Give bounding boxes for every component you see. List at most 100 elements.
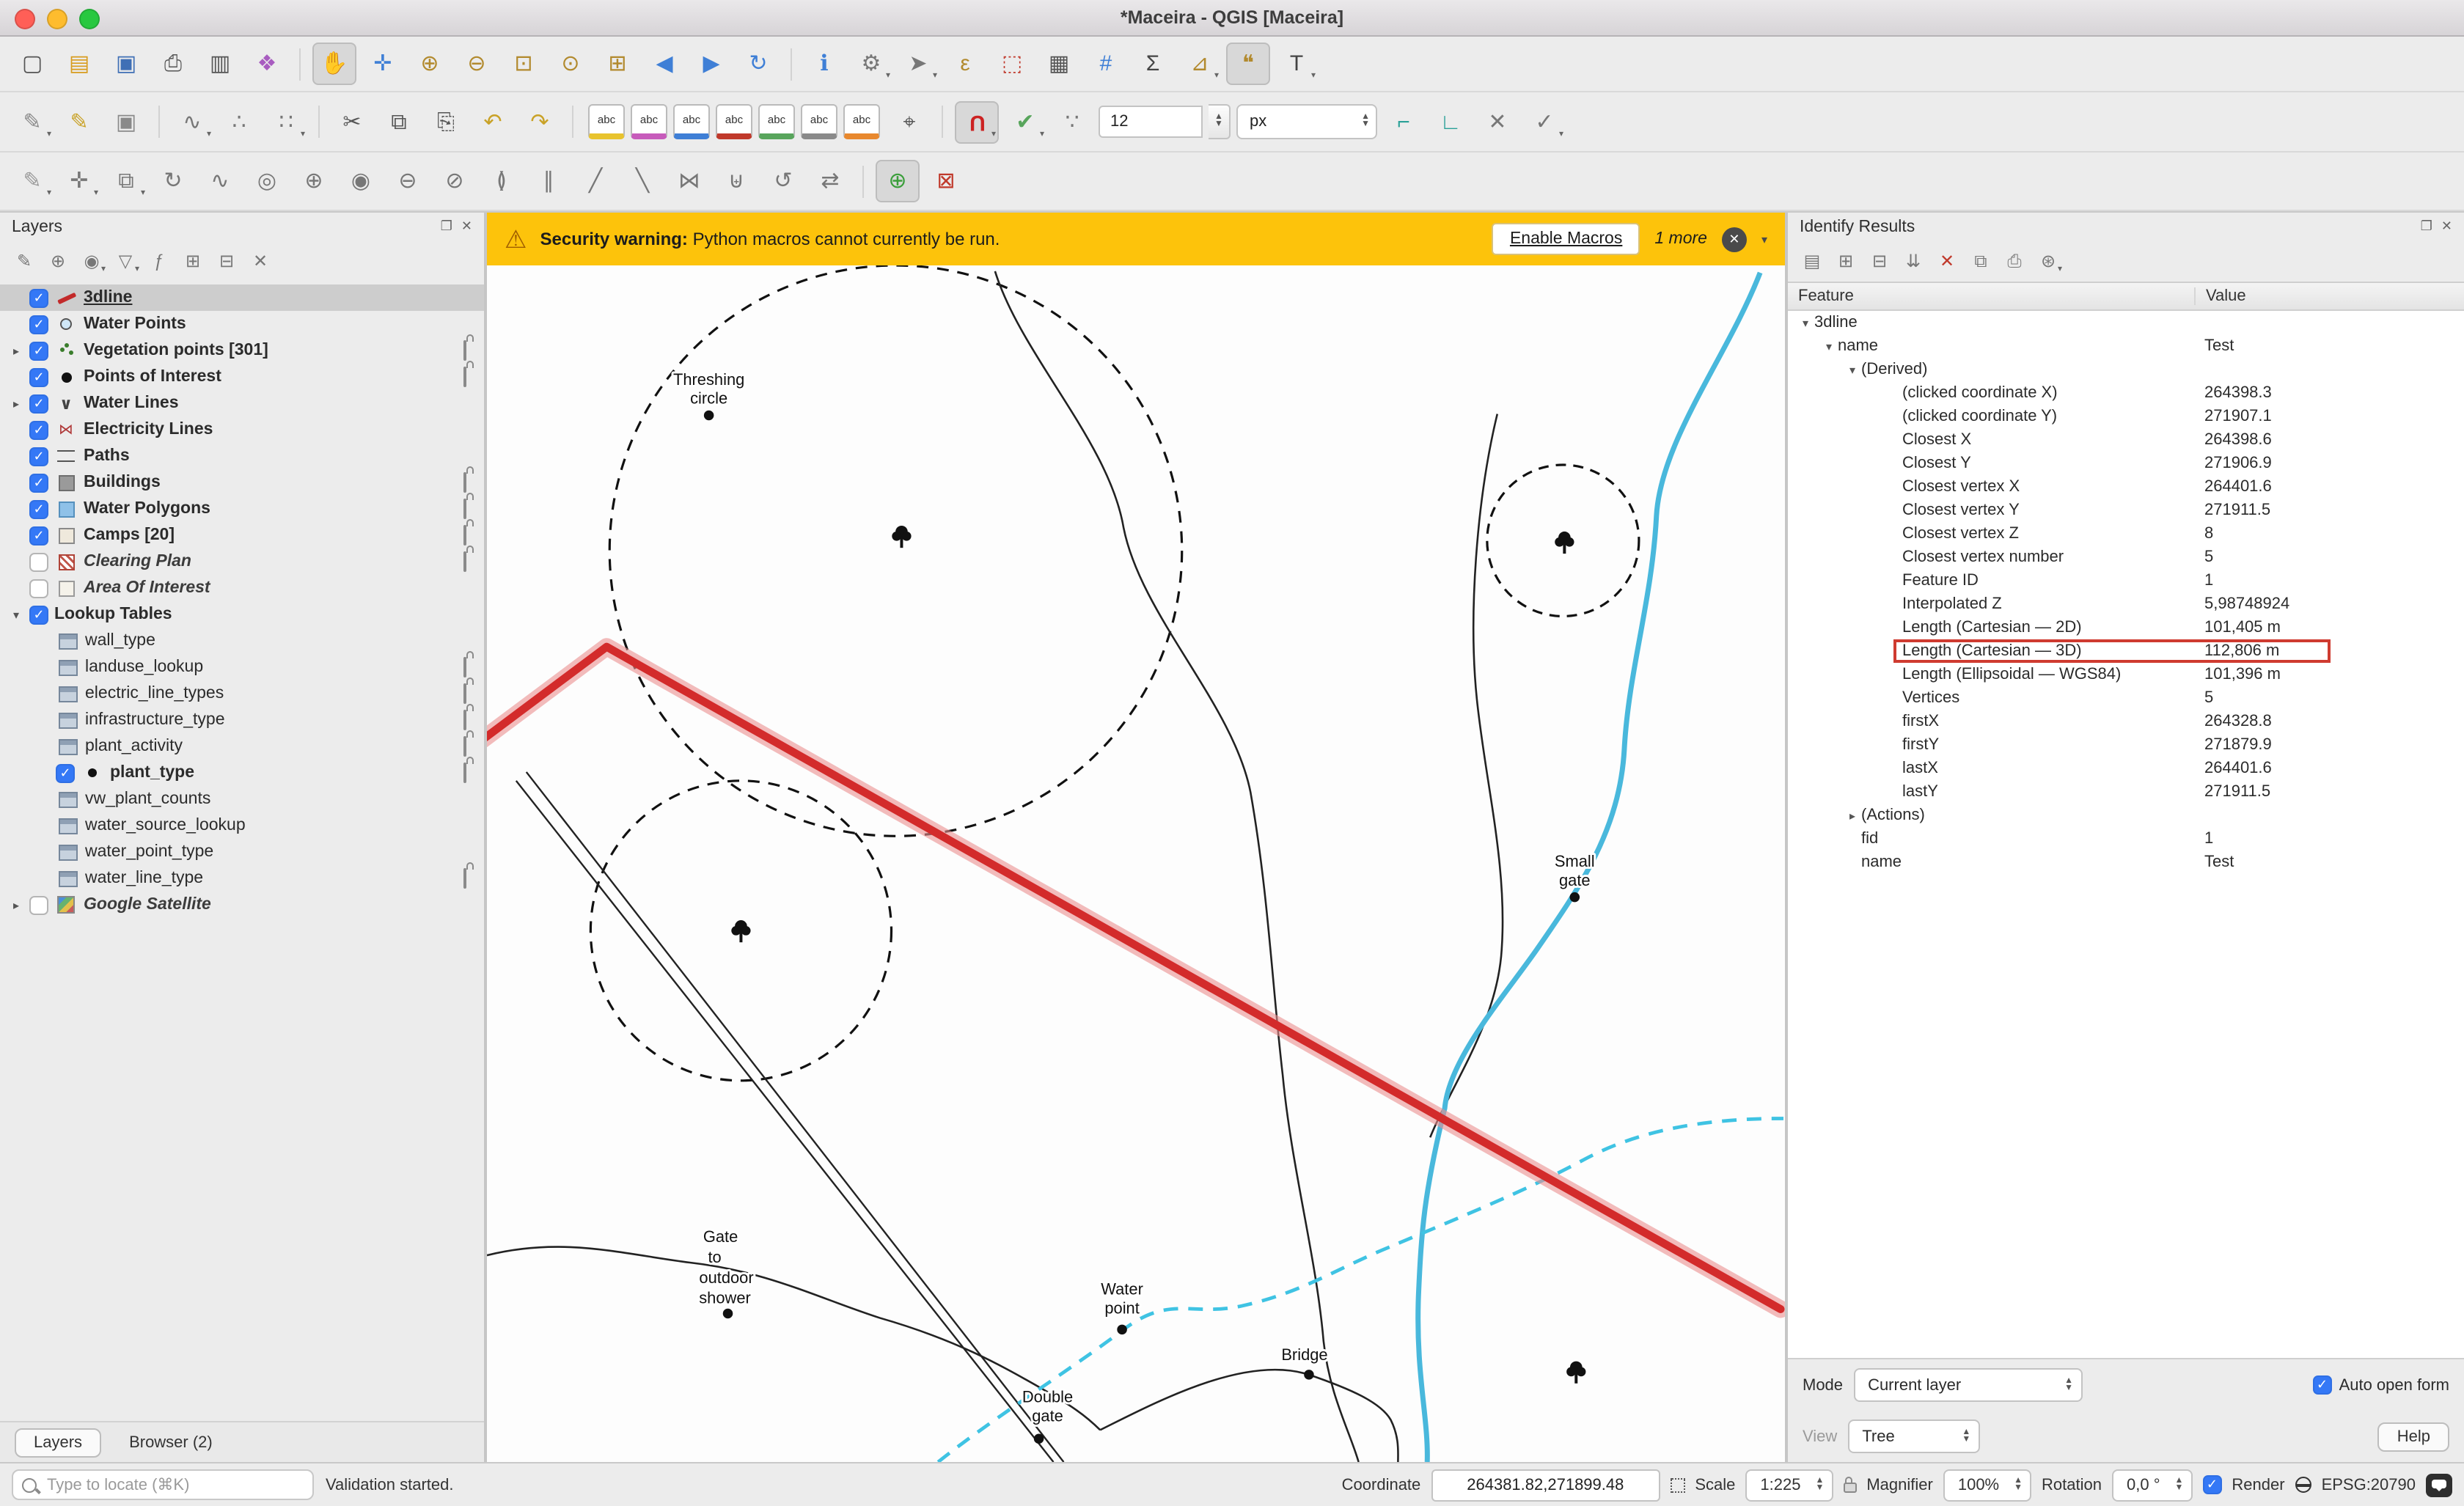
scale-select[interactable]: 1:225 ▲▼	[1745, 1469, 1833, 1501]
identify-row[interactable]: Length (Cartesian — 3D) 112,806 m	[1788, 639, 2464, 663]
layer-row[interactable]: vw_plant_counts	[0, 786, 484, 812]
extents-toggle-icon[interactable]	[1670, 1477, 1684, 1492]
highlight-labels-button[interactable]: abc	[716, 104, 752, 139]
split-features-button[interactable]: ╱ ▾	[575, 161, 616, 201]
layer-expander-icon[interactable]	[9, 397, 23, 410]
highlight-pinned-labels-button[interactable]: ⌖ ▾	[889, 102, 930, 142]
open-form-button[interactable]: ▤ ▾	[1797, 246, 1827, 276]
identify-row[interactable]: Length (Ellipsoidal — WGS84) 101,396 m	[1788, 663, 2464, 686]
rotation-select[interactable]: 0,0 ° ▲▼	[2112, 1469, 2192, 1501]
identify-row[interactable]: Interpolated Z 5,98748924	[1788, 592, 2464, 616]
label-size-unit-select[interactable]: px ▲▼	[1236, 104, 1377, 139]
rotate-feature-button[interactable]: ↻ ▾	[153, 161, 194, 201]
snapping-options-button[interactable]: U ▾	[955, 100, 999, 143]
layer-row[interactable]: Vegetation points [301]	[0, 337, 484, 364]
layer-row[interactable]: landuse_lookup	[0, 654, 484, 680]
copy-features-button[interactable]: ⧉ ▾	[378, 102, 419, 142]
add-part-button[interactable]: ⊕ ▾	[293, 161, 334, 201]
identify-row[interactable]: name Test	[1788, 851, 2464, 874]
delete-ring-button[interactable]: ⊖ ▾	[387, 161, 428, 201]
point-water-point[interactable]	[1117, 1325, 1127, 1335]
identify-row[interactable]: Closest Y 271906.9	[1788, 452, 2464, 475]
add-ring-button[interactable]: ◎ ▾	[246, 161, 287, 201]
copy-move-feature-button[interactable]: ⧉ ▾	[106, 161, 147, 201]
toolbar-button[interactable]: ▾	[791, 48, 792, 80]
toolbar-button[interactable]: ▾	[862, 165, 864, 197]
layer-checkbox[interactable]	[29, 420, 48, 439]
layer-checkbox[interactable]	[29, 552, 48, 571]
crs-status[interactable]: EPSG:20790	[2322, 1476, 2416, 1494]
layer-row[interactable]: Lookup Tables	[0, 601, 484, 628]
layer-checkbox[interactable]	[56, 763, 75, 782]
advanced-digitizing-button[interactable]: ✎ ▾	[12, 161, 53, 201]
identify-row[interactable]: (Derived)	[1788, 358, 2464, 381]
float-panel-icon[interactable]: ❐	[441, 218, 452, 235]
filter-by-expression-button[interactable]: ƒ ▾	[144, 246, 175, 276]
identify-row[interactable]: lastX 264401.6	[1788, 757, 2464, 780]
identify-row[interactable]: Closest X 264398.6	[1788, 428, 2464, 452]
layer-row[interactable]: water_line_type	[0, 865, 484, 892]
minimize-window-button[interactable]	[47, 9, 67, 29]
reshape-features-button[interactable]: ≬ ▾	[481, 161, 522, 201]
cut-features-button[interactable]: ✂ ▾	[331, 102, 373, 142]
label-size-stepper[interactable]: ▲▼	[1209, 104, 1231, 139]
layer-checkbox[interactable]	[29, 341, 48, 360]
identify-row[interactable]: Closest vertex Z 8	[1788, 522, 2464, 546]
layer-row[interactable]: Clearing Plan	[0, 548, 484, 575]
toggle-editing-button[interactable]: ✎ ▾	[59, 102, 100, 142]
scale-lock-icon[interactable]	[1843, 1483, 1856, 1493]
float-panel-icon[interactable]: ❐	[2421, 218, 2432, 235]
row-expander-icon[interactable]	[1797, 316, 1814, 329]
zoom-window-button[interactable]	[79, 9, 100, 29]
undo-button[interactable]: ↶ ▾	[472, 102, 513, 142]
identify-row[interactable]: (clicked coordinate Y) 271907.1	[1788, 405, 2464, 428]
add-group-button[interactable]: ⊕ ▾	[43, 246, 73, 276]
layer-checkbox[interactable]	[29, 288, 48, 307]
filter-legend-button[interactable]: ▽ ▾	[110, 246, 141, 276]
new-project-button[interactable]: ▢ ▾	[12, 44, 53, 84]
collapse-tree-button[interactable]: ⊟ ▾	[1864, 246, 1895, 276]
tracing-offset-button[interactable]: ∵ ▾	[1052, 102, 1093, 142]
clear-results-button[interactable]: ✕ ▾	[1932, 246, 1962, 276]
pin-labels-button[interactable]: abc	[673, 104, 710, 139]
zoom-to-selection-button[interactable]: ⊙ ▾	[550, 44, 591, 84]
zoom-last-button[interactable]: ◀ ▾	[644, 44, 685, 84]
zoom-next-button[interactable]: ▶ ▾	[691, 44, 732, 84]
open-attribute-table-button[interactable]: ▦ ▾	[1038, 44, 1079, 84]
identify-row[interactable]: Length (Cartesian — 2D) 101,405 m	[1788, 616, 2464, 639]
split-parts-button[interactable]: ╲ ▾	[622, 161, 663, 201]
save-project-button[interactable]: ▣ ▾	[106, 44, 147, 84]
layer-row[interactable]: wall_type	[0, 628, 484, 654]
layer-row[interactable]: Water Points	[0, 311, 484, 337]
view-select[interactable]: Tree ▲▼	[1847, 1419, 1979, 1453]
more-messages-link[interactable]: 1 more	[1654, 230, 1707, 248]
identify-row[interactable]: (clicked coordinate X) 264398.3	[1788, 381, 2464, 405]
tab-layers[interactable]: Layers	[15, 1428, 101, 1457]
locate-search-box[interactable]	[12, 1469, 314, 1500]
new-print-layout-button[interactable]: ⎙ ▾	[153, 44, 194, 84]
check-geometries-button[interactable]: ⊕ ▾	[876, 160, 920, 202]
vertex-tool-button[interactable]: ∷ ▾	[265, 102, 307, 142]
delete-part-button[interactable]: ⊘ ▾	[434, 161, 475, 201]
layer-row[interactable]: Points of Interest	[0, 364, 484, 390]
identify-row[interactable]: lastY 271911.5	[1788, 780, 2464, 804]
close-warning-button[interactable]: ✕	[1722, 227, 1747, 251]
layer-expander-icon[interactable]	[9, 608, 23, 621]
warning-dropdown-icon[interactable]: ▾	[1761, 232, 1767, 246]
toolbar-button[interactable]: ▾	[158, 106, 160, 138]
select-by-expression-button[interactable]: ε ▾	[945, 44, 986, 84]
move-feature-button[interactable]: ✛ ▾	[59, 161, 100, 201]
layer-styling-button[interactable]: abc	[631, 104, 667, 139]
layer-row[interactable]: plant_type	[0, 760, 484, 786]
text-annotation-button[interactable]: T ▾	[1276, 44, 1317, 84]
deselect-features-button[interactable]: ⬚ ▾	[991, 44, 1033, 84]
identify-row[interactable]: Vertices 5	[1788, 686, 2464, 710]
layer-row[interactable]: water_source_lookup	[0, 812, 484, 839]
toolbar-button[interactable]: ▾	[318, 106, 320, 138]
open-project-button[interactable]: ▤ ▾	[59, 44, 100, 84]
rotate-label-button[interactable]: abc	[801, 104, 837, 139]
manage-map-themes-button[interactable]: ◉ ▾	[76, 246, 107, 276]
toolbar-button[interactable]: ▾	[299, 48, 301, 80]
zoom-full-button[interactable]: ⊡ ▾	[503, 44, 544, 84]
pan-to-selection-button[interactable]: ✛ ▾	[362, 44, 403, 84]
